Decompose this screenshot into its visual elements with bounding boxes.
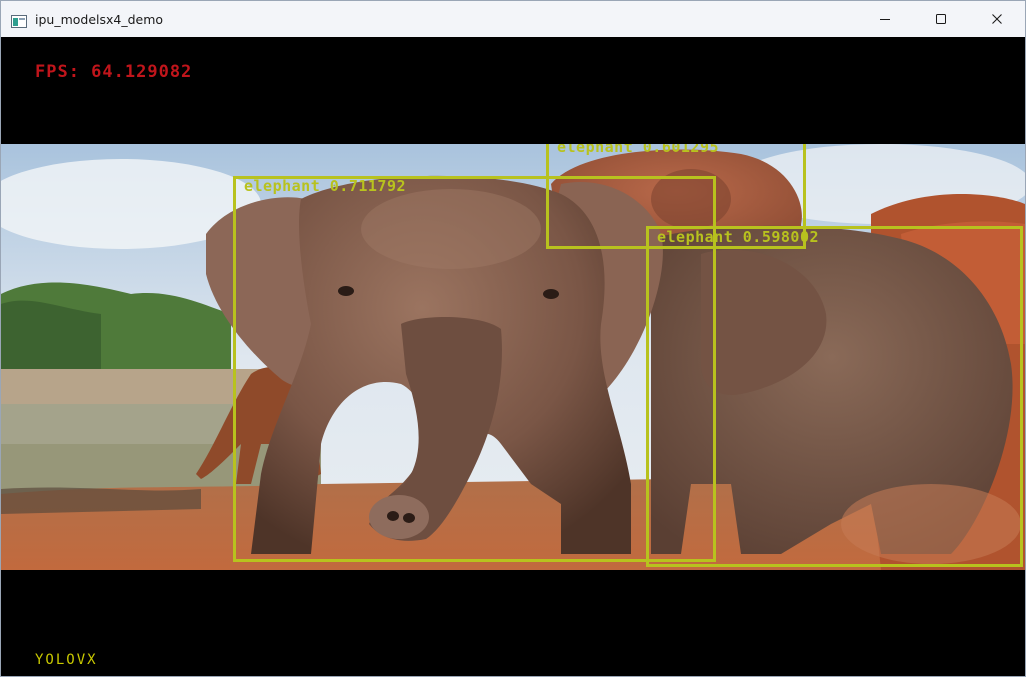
maximize-icon [936,14,946,24]
detection-label: elephant 0.711792 [244,177,407,195]
detection-label: elephant 0.601295 [557,144,720,156]
fps-counter: FPS: 64.129082 [35,62,193,82]
detection-label: elephant 0.598002 [657,228,820,246]
app-window-icon [11,13,27,28]
camera-frame-image: elephant 0.711792 elephant 0.601295 elep… [1,144,1025,570]
minimize-button[interactable] [857,1,913,37]
model-name-label: YOLOVX [35,652,98,668]
maximize-button[interactable] [913,1,969,37]
close-button[interactable] [969,1,1025,37]
window-title: ipu_modelsx4_demo [35,11,164,27]
detection-box [646,226,1023,567]
video-canvas: FPS: 64.129082 elephant 0.711792 elephan… [1,37,1025,676]
close-icon [992,14,1002,24]
title-bar[interactable]: ipu_modelsx4_demo [1,1,1025,37]
app-window: ipu_modelsx4_demo FPS: 64.129082 elephan… [0,0,1026,677]
minimize-icon [880,19,890,20]
window-controls [857,1,1025,37]
